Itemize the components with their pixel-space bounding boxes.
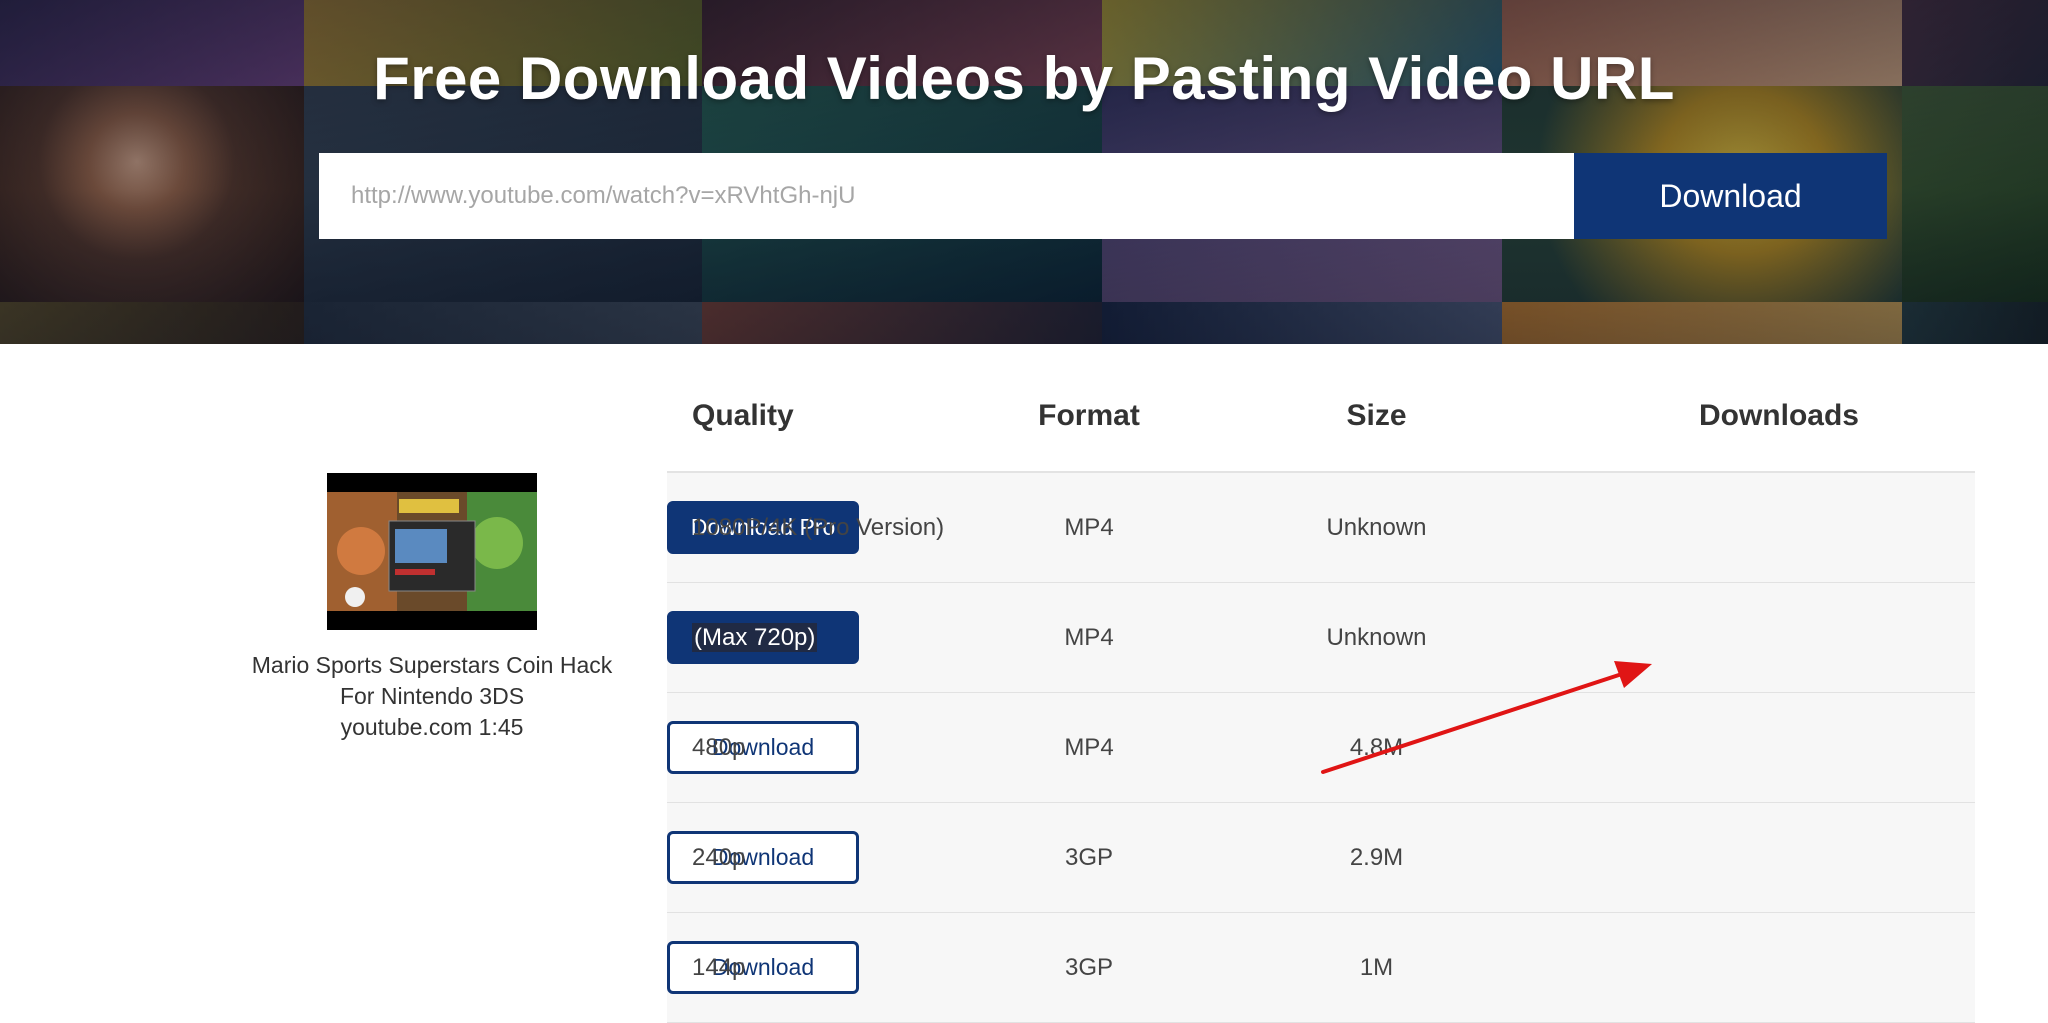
- table-row: 144p 3GP 1M Download: [667, 913, 1975, 1023]
- row-size: 2.9M: [1349, 844, 1404, 871]
- row-format: MP4: [1064, 734, 1114, 761]
- row-quality: 144p: [692, 954, 746, 981]
- row-size: 4.8M: [1349, 734, 1404, 761]
- selected-text: (Max 720p): [692, 623, 818, 652]
- row-quality: (Max 720p): [692, 583, 818, 692]
- row-format: MP4: [1064, 624, 1114, 651]
- row-size: 1M: [1359, 954, 1394, 981]
- url-download-button[interactable]: Download: [1574, 153, 1887, 239]
- video-title-line: For Nintendo 3DS: [339, 683, 525, 709]
- page-title: Free Download Videos by Pasting Video UR…: [373, 45, 1675, 112]
- row-quality: 1080P/4K (Pro Version): [692, 514, 945, 541]
- quality-table: Quality Format Size Downloads 1080P/4K (…: [667, 380, 1975, 1023]
- video-thumbnail[interactable]: [327, 473, 537, 630]
- thumbnail-image: [327, 473, 537, 630]
- row-size: Unknown: [1326, 514, 1427, 541]
- header-format: Format: [1038, 399, 1140, 432]
- table-row: 480p MP4 4.8M Download: [667, 693, 1975, 803]
- header-downloads: Downloads: [1698, 399, 1859, 432]
- row-format: MP4: [1064, 514, 1114, 541]
- video-info: Mario Sports Superstars Coin Hack For Ni…: [212, 650, 652, 743]
- row-format: 3GP: [1064, 844, 1114, 871]
- row-quality: 240p: [692, 844, 746, 871]
- table-header: Quality Format Size Downloads: [667, 380, 1975, 473]
- row-quality: 480p: [692, 734, 746, 761]
- video-meta: youtube.com 1:45: [340, 714, 524, 740]
- table-row: 1080P/4K (Pro Version) MP4 Unknown Downl…: [667, 473, 1975, 583]
- header-quality: Quality: [692, 399, 794, 432]
- hero-banner: Free Download Videos by Pasting Video UR…: [0, 0, 2048, 344]
- table-row: 240p 3GP 2.9M Download: [667, 803, 1975, 913]
- video-url-input[interactable]: [319, 153, 1574, 239]
- row-size: Unknown: [1326, 624, 1427, 651]
- video-title-line: Mario Sports Superstars Coin Hack: [251, 652, 613, 678]
- row-format: 3GP: [1064, 954, 1114, 981]
- table-row: (Max 720p) MP4 Unknown Download: [667, 583, 1975, 693]
- header-size: Size: [1346, 399, 1407, 432]
